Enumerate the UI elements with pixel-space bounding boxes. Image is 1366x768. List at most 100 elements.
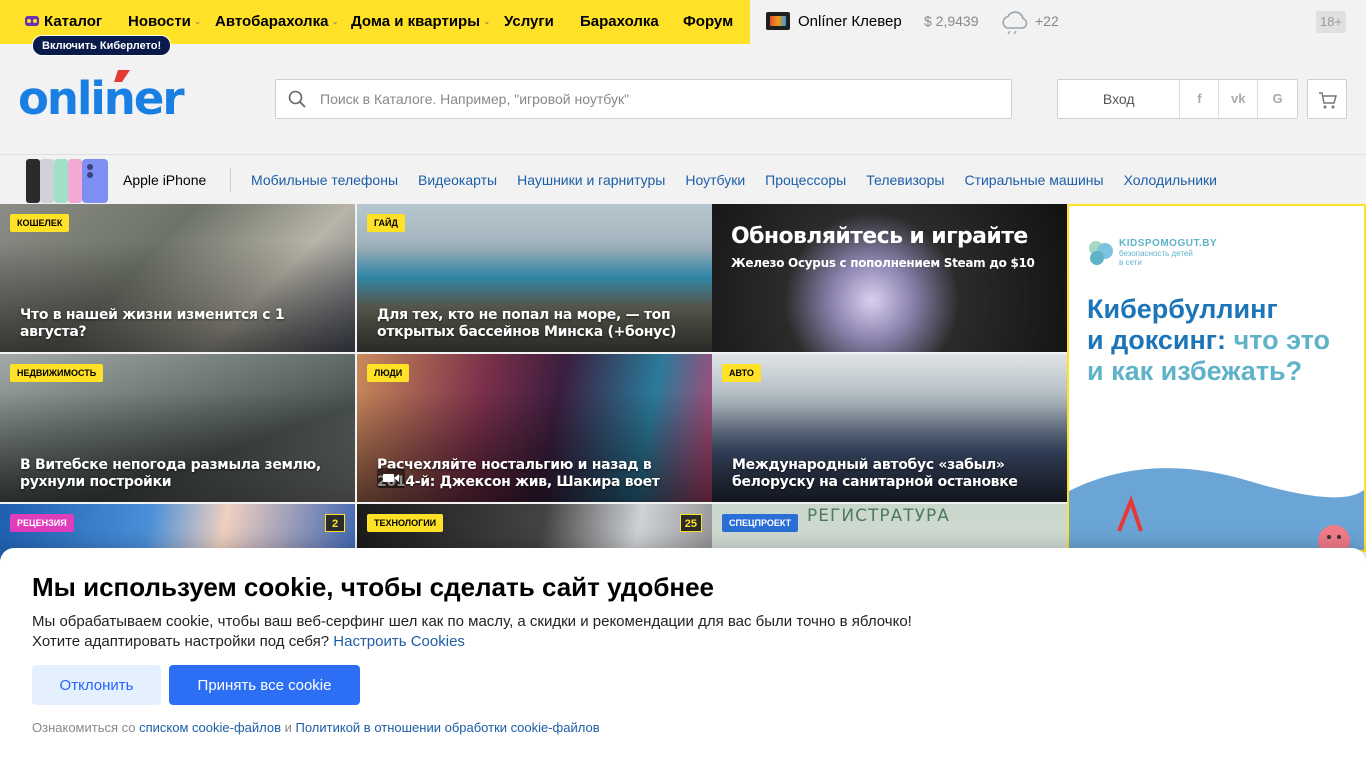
facebook-icon[interactable]: f <box>1180 80 1220 118</box>
cookie-footer-text: Ознакомиться со <box>32 720 140 735</box>
clever-label: Onlíner Клевер <box>798 12 902 30</box>
login-button[interactable]: Вход <box>1058 80 1181 118</box>
news-card[interactable]: Недвижимость В Витебске непогода размыла… <box>0 354 355 502</box>
news-card-promo[interactable]: Обновляйтесь и играйте Железо Ocypus с п… <box>712 204 1067 352</box>
nav-baraholka-label: Барахолка <box>580 13 659 30</box>
news-tag[interactable]: Спецпроект <box>722 514 799 532</box>
cookie-decline-button[interactable]: Отклонить <box>32 665 161 705</box>
catalog-link-cpus[interactable]: Процессоры <box>765 172 846 188</box>
cookie-policy-link[interactable]: Политикой в отношении обработки cookie-ф… <box>296 720 600 735</box>
registry-sign: РЕГИСТРАТУРА <box>807 506 950 526</box>
cloud-icon <box>1002 11 1028 34</box>
search-box[interactable] <box>275 79 1012 119</box>
ad-illustration <box>1069 468 1364 550</box>
age-rating-badge: 18+ <box>1316 11 1346 33</box>
nav-news-label: Новости <box>128 13 191 30</box>
comments-count[interactable]: 2 <box>325 514 345 532</box>
news-title[interactable]: В Витебске непогода размыла землю, рухну… <box>20 457 340 491</box>
cookie-list-link[interactable]: списком cookie-файлов <box>139 720 281 735</box>
nav-news[interactable]: Новости ⌄ <box>128 13 201 30</box>
weather-widget[interactable]: +22 <box>999 8 1059 34</box>
cookie-footer-text: и <box>281 720 296 735</box>
nav-catalog[interactable]: Каталог <box>24 13 102 30</box>
catalog-link-headphones[interactable]: Наушники и гарнитуры <box>517 172 665 188</box>
nav-catalog-label: Каталог <box>44 13 103 30</box>
catalog-quick-links: Apple iPhone Мобильные телефоны Видеокар… <box>0 154 1366 204</box>
catalog-link-gpus[interactable]: Видеокарты <box>418 172 497 188</box>
nav-forum-label: Форум <box>683 13 734 30</box>
news-card[interactable]: Авто Международный автобус «забыл» белор… <box>712 354 1067 502</box>
catalog-links: Мобильные телефоны Видеокарты Наушники и… <box>251 172 1217 188</box>
cookie-banner: Мы используем cookie, чтобы сделать сайт… <box>0 548 1366 768</box>
cookie-accept-button[interactable]: Принять все cookie <box>169 665 360 705</box>
news-tag[interactable]: Рецензия <box>10 514 74 532</box>
news-card[interactable]: Кошелек Что в нашей жизни изменится с 1 … <box>0 204 355 352</box>
search-input[interactable] <box>320 80 1000 118</box>
kidspomogut-logo-icon <box>1089 240 1113 265</box>
google-icon[interactable]: G <box>1258 80 1297 118</box>
nav-services[interactable]: Услуги <box>504 13 554 30</box>
news-card[interactable]: Люди Расчехляйте ностальгию и назад в 20… <box>357 354 712 502</box>
ad-logo-text: KIDSPOMOGUT.BY безопасность детей в сети <box>1119 238 1217 267</box>
ad-brand: KIDSPOMOGUT.BY <box>1119 238 1218 249</box>
iphone-image[interactable] <box>24 157 110 203</box>
ad-banner[interactable]: KIDSPOMOGUT.BY безопасность детей в сети… <box>1067 204 1366 552</box>
nav-auto[interactable]: Автобарахолка ⌄ <box>215 13 339 30</box>
news-tag[interactable]: Люди <box>367 364 410 382</box>
news-card[interactable]: Гайд Для тех, кто не попал на море, — то… <box>357 204 712 352</box>
ad-headline-part: что это <box>1226 325 1331 355</box>
top-bar: Каталог Новости ⌄ Автобарахолка ⌄ Дома и к… <box>0 0 1366 56</box>
nav-auto-label: Автобарахолка <box>215 13 329 30</box>
catalog-icon <box>25 16 39 26</box>
catalog-link-fridges[interactable]: Холодильники <box>1124 172 1217 188</box>
svg-text:onliner: onliner <box>18 72 185 120</box>
catalog-link-laptops[interactable]: Ноутбуки <box>685 172 745 188</box>
ad-logo: KIDSPOMOGUT.BY безопасность детей в сети <box>1087 238 1217 267</box>
promo-title[interactable]: Обновляйтесь и играйте <box>731 224 1028 249</box>
video-icon <box>377 468 405 488</box>
news-tag[interactable]: Недвижимость <box>10 364 104 382</box>
chevron-down-icon: ⌄ <box>483 16 491 26</box>
news-title[interactable]: Что в нашей жизни изменится с 1 августа? <box>20 307 340 341</box>
news-tag[interactable]: Гайд <box>367 214 405 232</box>
news-title[interactable]: Расчехляйте ностальгию и назад в 2014-й:… <box>377 457 697 491</box>
news-title[interactable]: Международный автобус «забыл» белоруску … <box>732 457 1052 491</box>
ad-brand-sub: безопасность детей <box>1119 249 1193 258</box>
cookie-footer: Ознакомиться со списком cookie-файлов и … <box>32 720 600 735</box>
cart-button[interactable] <box>1307 79 1347 119</box>
ad-headline-part: и как избежать? <box>1087 356 1303 386</box>
cart-icon <box>1319 92 1337 109</box>
nav-services-label: Услуги <box>504 13 554 30</box>
catalog-link-phones[interactable]: Мобильные телефоны <box>251 172 398 188</box>
cookie-title: Мы используем cookie, чтобы сделать сайт… <box>32 572 715 602</box>
ad-headline-part: и доксинг: <box>1087 325 1227 355</box>
catalog-link-washers[interactable]: Стиральные машины <box>964 172 1103 188</box>
news-tag[interactable]: Технологии <box>367 514 444 532</box>
clever-logo-icon <box>766 12 790 30</box>
cookie-settings-link[interactable]: Настроить Cookies <box>333 633 465 650</box>
ad-brand-sub: в сети <box>1119 258 1142 267</box>
news-tag[interactable]: Авто <box>722 364 761 382</box>
news-tag[interactable]: Кошелек <box>10 214 70 232</box>
weather-temperature: +22 <box>1035 13 1059 29</box>
clever-link[interactable]: Onlíner Клевер <box>766 12 902 30</box>
featured-product-label[interactable]: Apple iPhone <box>123 172 206 188</box>
catalog-link-tvs[interactable]: Телевизоры <box>866 172 944 188</box>
comments-count[interactable]: 25 <box>679 514 702 532</box>
cyber-summer-badge[interactable]: Включить Киберлето! <box>32 35 172 56</box>
nav-realt[interactable]: Дома и квартиры ⌄ <box>351 13 491 30</box>
chevron-down-icon: ⌄ <box>193 16 202 26</box>
onliner-logo[interactable]: onliner <box>18 68 204 120</box>
catalog-divider <box>230 168 231 192</box>
ad-headline: Кибербуллинг и доксинг: что это и как из… <box>1087 294 1357 387</box>
ad-headline-part: Кибербуллинг <box>1087 294 1278 324</box>
currency-rate[interactable]: $ 2,9439 <box>924 13 979 29</box>
cookie-text-line: Хотите адаптировать настройки под себя? <box>32 633 334 650</box>
nav-baraholka[interactable]: Барахолка <box>580 13 659 30</box>
nav-realt-label: Дома и квартиры <box>351 13 481 30</box>
auth-panel: Вход f vk G <box>1057 79 1298 119</box>
promo-subtitle[interactable]: Железо Ocypus с пополнением Steam до $10 <box>731 256 1035 270</box>
nav-forum[interactable]: Форум <box>683 13 733 30</box>
news-title[interactable]: Для тех, кто не попал на море, — топ отк… <box>377 307 697 341</box>
vk-icon[interactable]: vk <box>1219 80 1259 118</box>
